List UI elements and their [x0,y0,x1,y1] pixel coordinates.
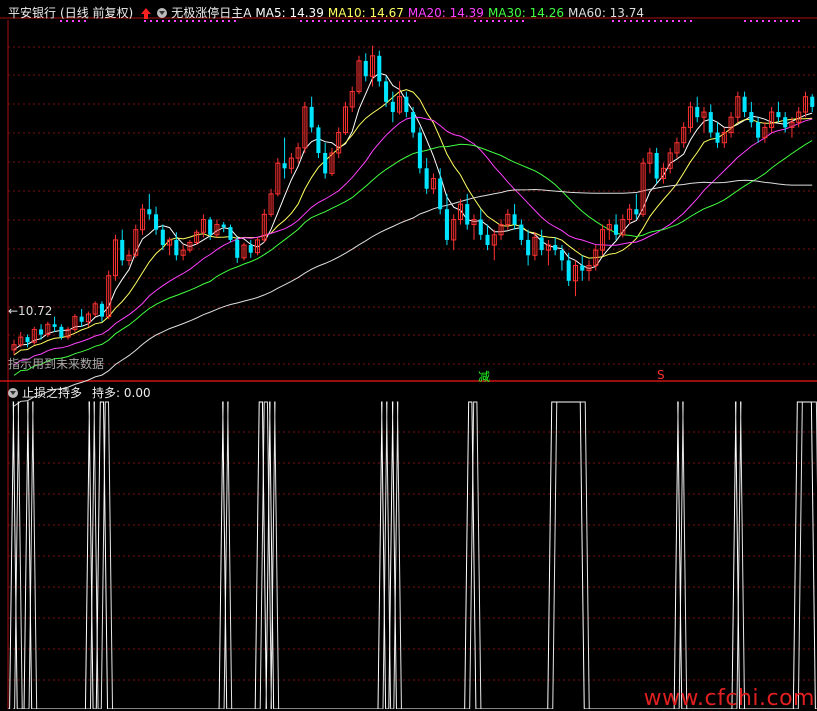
candle-body [235,239,240,258]
candle-body [309,106,314,128]
period-label: (日线 前复权) [60,6,134,20]
ma20-label: MA20: 14.39 [407,5,484,20]
candle-body [783,117,788,128]
candle-body [614,224,619,235]
signal-dot [780,20,782,22]
signal-dot [660,20,662,22]
candle-body [539,237,544,251]
candle-body [384,81,389,102]
candle-body [390,101,395,113]
candle-body [52,324,57,327]
signal-dot [672,20,674,22]
signal-dot [768,20,770,22]
candle-body [465,204,470,225]
candle-body [363,60,368,77]
candle-body [695,106,700,118]
ma5-label: MA5: 14.39 [255,5,324,20]
candle-body [120,239,125,261]
signal-dot [666,20,668,22]
signal-dot [792,20,794,22]
up-arrow-icon [141,7,152,19]
signal-dot [684,20,686,22]
candle-body [634,209,639,215]
candle-body [776,112,781,118]
candle-body [221,224,226,228]
signal-dot [678,20,680,22]
candle-body [526,239,531,256]
sub-panel-header: 止损之持多 持多: 0.00 [8,384,151,401]
candle-body [438,178,443,210]
signal-dot [786,20,788,22]
ma10-label: MA10: 14.67 [327,5,404,20]
candle-body [404,96,409,113]
candle-body [228,227,233,240]
candle-body [147,209,152,215]
watermark: www.cfchi.com [643,686,815,711]
indicator-menu-icon[interactable] [157,7,168,18]
candle-body [478,219,483,235]
candle-body [160,229,165,246]
chart-header: 平安银行 (日线 前复权) 无极涨停日主A MA5: 14.39 MA10: 1… [8,4,644,21]
candle-body [566,260,571,281]
candle-body [323,152,328,174]
candle-body [559,250,564,261]
candle-body [99,303,104,317]
sub-indicator-menu-icon[interactable] [8,387,18,398]
candle-body [749,112,754,123]
signal-dot [774,20,776,22]
candle-body [444,209,449,240]
ma-line-ma60 [13,179,813,407]
candle-body [39,329,44,335]
low-price-marker: ←10.72 [8,304,53,318]
signal-dot [744,20,746,22]
candle-body [282,163,287,169]
candle-body [154,214,159,230]
candle-body [512,214,517,225]
candle-body [316,127,321,153]
candle-body [59,326,64,338]
signal-dot [690,20,692,22]
candle-body [654,152,659,179]
signal-dot [750,20,752,22]
future-data-notice: 指示用到未来数据 [8,357,105,371]
candle-body [742,96,747,113]
sub-indicator-name[interactable]: 止损之持多 [22,384,82,401]
grid-lines [0,17,817,709]
candle-body [485,234,490,246]
ma60-label: MA60: 13.74 [567,5,645,20]
ma30-label: MA30: 14.26 [487,5,564,20]
signal-dot [654,20,656,22]
signal-dot [648,20,650,22]
signal-s: S [657,368,665,382]
signal-jian: 减 [478,370,491,384]
hold-value-label: 持多: 0.00 [92,386,151,400]
indicator-name[interactable]: 无极涨停日主A [171,4,251,21]
candle-body [79,316,84,322]
candle-body [424,168,429,189]
candle-body [553,245,558,251]
candle-body [377,55,382,82]
signal-dot [762,20,764,22]
signal-dot [798,20,800,22]
candle-body [519,224,524,240]
candle-body [756,122,761,138]
candle-body [417,132,422,169]
candle-body [708,112,713,133]
candle-body [580,265,585,271]
candle-body [25,337,30,343]
candle-body [248,245,253,253]
candle-body [208,219,213,235]
chart-canvas [0,17,817,709]
candle-body [715,132,720,143]
stock-name[interactable]: 平安银行 [8,4,56,21]
candle-body [174,239,179,256]
candle-body [810,96,815,107]
candle-body [411,112,416,133]
signal-dot [756,20,758,22]
